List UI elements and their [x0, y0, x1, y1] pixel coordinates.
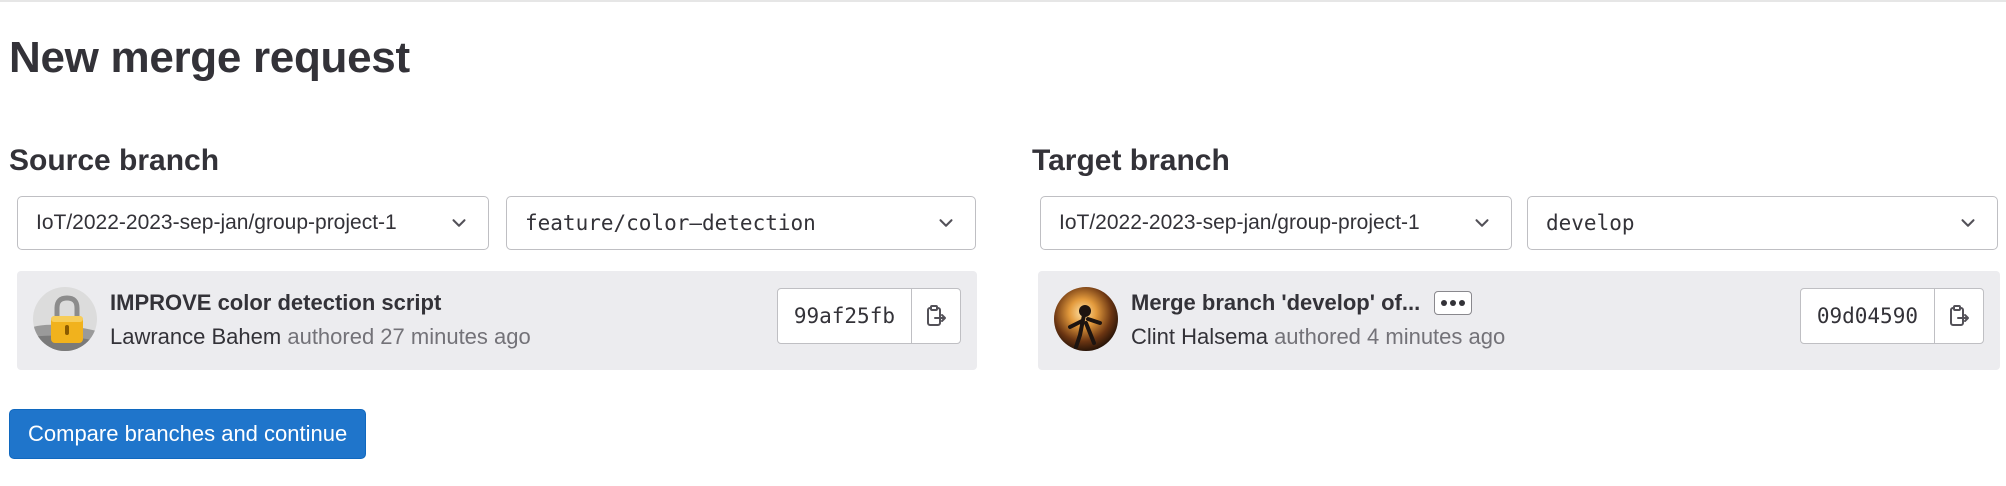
- chevron-down-icon: [1961, 219, 1975, 227]
- source-commit-avatar: [33, 287, 97, 351]
- source-branch-heading: Source branch: [9, 144, 220, 177]
- source-branch-value: feature/color–detection: [525, 211, 816, 235]
- source-commit-meta: Lawrance Bahem authored 27 minutes ago: [110, 324, 531, 350]
- source-project-value: IoT/2022-2023-sep-jan/group-project-1: [36, 211, 397, 234]
- source-commit-card: IMPROVE color detection script Lawrance …: [17, 271, 977, 370]
- top-divider: [0, 0, 2006, 2]
- target-commit-time: authored 4 minutes ago: [1274, 324, 1506, 349]
- target-commit-title[interactable]: Merge branch 'develop' of...: [1131, 290, 1420, 316]
- photo-avatar-icon: [1054, 287, 1118, 351]
- target-commit-sha[interactable]: 09d04590: [1801, 289, 1935, 343]
- source-commit-time: authored 27 minutes ago: [287, 324, 531, 349]
- target-project-dropdown[interactable]: IoT/2022-2023-sep-jan/group-project-1: [1040, 196, 1512, 250]
- target-commit-author[interactable]: Clint Halsema: [1131, 324, 1268, 349]
- chevron-down-icon: [452, 219, 466, 227]
- source-commit-title[interactable]: IMPROVE color detection script: [110, 290, 441, 316]
- source-commit-title-row: IMPROVE color detection script: [110, 290, 441, 316]
- chevron-down-icon: [1475, 219, 1489, 227]
- compare-branches-button[interactable]: Compare branches and continue: [9, 409, 367, 459]
- copy-source-sha-button[interactable]: [912, 289, 960, 343]
- chevron-down-icon: [939, 219, 953, 227]
- target-branch-heading: Target branch: [1032, 144, 1230, 177]
- copy-target-sha-button[interactable]: [1935, 289, 1983, 343]
- copy-to-clipboard-icon: [1950, 305, 1969, 326]
- target-commit-avatar: [1054, 287, 1118, 351]
- target-project-value: IoT/2022-2023-sep-jan/group-project-1: [1059, 211, 1420, 234]
- target-commit-card: Merge branch 'develop' of... Clint Halse…: [1038, 271, 2000, 370]
- source-project-dropdown[interactable]: IoT/2022-2023-sep-jan/group-project-1: [17, 196, 489, 250]
- page-title: New merge request: [9, 33, 410, 82]
- source-commit-author[interactable]: Lawrance Bahem: [110, 324, 281, 349]
- target-commit-title-row: Merge branch 'develop' of...: [1131, 290, 1473, 316]
- copy-to-clipboard-icon: [927, 305, 946, 326]
- target-branch-value: develop: [1546, 211, 1635, 235]
- source-branch-dropdown[interactable]: feature/color–detection: [506, 196, 976, 250]
- source-sha-group: 99af25fb: [776, 288, 961, 344]
- padlock-avatar-icon: [33, 287, 97, 351]
- source-commit-sha[interactable]: 99af25fb: [778, 289, 912, 343]
- target-sha-group: 09d04590: [1799, 288, 1984, 344]
- expand-commit-message-button[interactable]: [1434, 291, 1473, 315]
- target-commit-meta: Clint Halsema authored 4 minutes ago: [1131, 324, 1505, 350]
- ellipsis-icon: [1441, 300, 1466, 306]
- target-branch-dropdown[interactable]: develop: [1527, 196, 1998, 250]
